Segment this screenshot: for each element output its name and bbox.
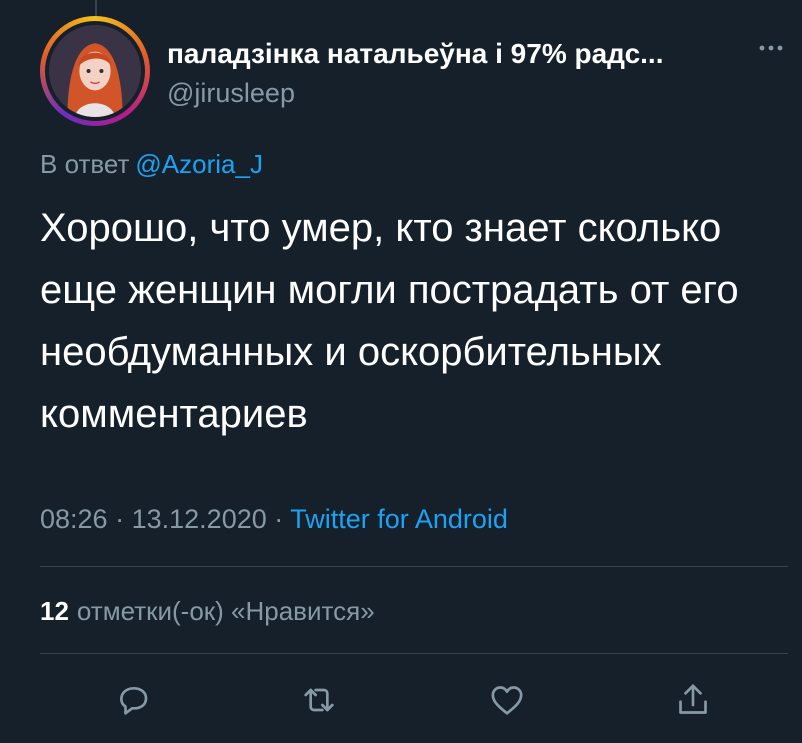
meta-separator: · — [115, 504, 125, 534]
tweet-date[interactable]: 13.12.2020 — [132, 504, 267, 534]
retweet-button[interactable] — [299, 680, 339, 720]
divider — [40, 653, 788, 654]
likes-label: отметки(-ок) «Нравится» — [76, 596, 375, 626]
display-name[interactable]: паладзінка натальеўна і 97% радс... — [167, 38, 663, 70]
tweet-text: Хорошо, что умер, кто знает сколько еще … — [40, 206, 739, 436]
like-icon — [491, 686, 523, 715]
likes-stat[interactable]: 12 отметки(-ок) «Нравится» — [40, 596, 375, 627]
reply-context: В ответ @Azoria_J — [40, 149, 263, 180]
reply-icon — [120, 687, 148, 715]
tweet-time[interactable]: 08:26 — [40, 504, 108, 534]
share-icon — [679, 684, 707, 714]
divider — [40, 566, 788, 567]
reply-mention-link[interactable]: @Azoria_J — [135, 149, 263, 179]
like-button[interactable] — [487, 680, 527, 720]
user-handle[interactable]: @jirusleep — [167, 78, 295, 109]
thread-line — [95, 0, 97, 16]
reply-button[interactable] — [113, 680, 153, 720]
avatar[interactable] — [40, 16, 150, 126]
reply-prefix: В ответ — [40, 149, 130, 179]
tweet-source-link[interactable]: Twitter for Android — [290, 504, 508, 534]
more-options-icon[interactable] — [758, 44, 784, 52]
retweet-icon — [304, 688, 334, 712]
meta-separator: · — [274, 504, 284, 534]
share-button[interactable] — [673, 680, 713, 720]
likes-count: 12 — [40, 596, 69, 626]
tweet-meta: 08:26 · 13.12.2020 · Twitter for Android — [40, 504, 508, 535]
avatar-image — [45, 21, 145, 121]
